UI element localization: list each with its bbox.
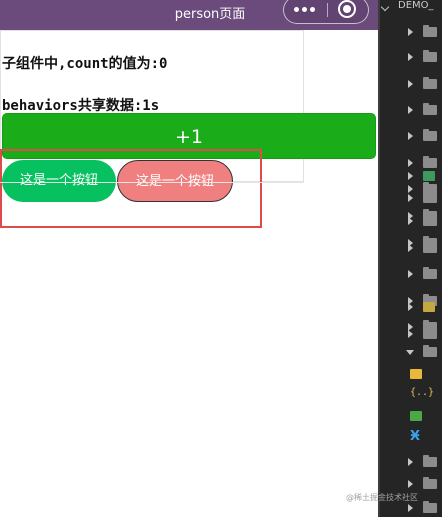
caret-right-icon[interactable] [408,80,413,88]
file-icon [423,302,435,312]
green-button[interactable]: 这是一个按钮 [2,160,116,202]
folder-icon [423,455,437,467]
caret-right-icon[interactable] [408,28,413,36]
explorer-row[interactable] [380,326,442,342]
caret-right-icon[interactable] [408,480,413,488]
chevron-down-icon [380,2,390,12]
explorer-row[interactable]: Ӿ [380,429,442,446]
caret-right-icon[interactable] [408,132,413,140]
caret-right-icon[interactable] [408,106,413,114]
folder-icon [423,156,437,168]
explorer-row[interactable]: {..} [380,386,442,402]
caret-right-icon[interactable] [408,504,413,512]
caret-right-icon[interactable] [408,303,413,311]
json-file-icon: {..} [410,387,435,398]
folder-icon [423,25,437,37]
explorer-header[interactable]: DEMO_ [380,0,442,18]
folder-icon [423,129,437,141]
caret-right-icon[interactable] [408,53,413,61]
explorer-row[interactable] [380,366,442,382]
divider-line [0,182,304,183]
watermark: @稀土掘金技术社区 [346,493,418,502]
folder-icon [423,241,437,253]
caret-right-icon[interactable] [408,172,413,180]
caret-right-icon[interactable] [408,159,413,167]
count-text: 子组件中,count的值为:0 [2,56,168,72]
capsule-divider [327,3,328,17]
folder-icon [423,214,437,226]
caret-right-icon[interactable] [408,330,413,338]
folder-icon [423,327,437,339]
explorer-row[interactable] [380,476,442,492]
caret-right-icon[interactable] [408,194,413,202]
wxml-file-icon [410,411,422,421]
caret-right-icon[interactable] [408,217,413,225]
caret-down-icon[interactable] [406,350,414,355]
behaviors-text: behaviors共享数据:1s [2,98,160,114]
folder-icon [423,501,437,513]
caret-right-icon[interactable] [408,270,413,278]
explorer-row[interactable] [380,299,442,315]
project-title: DEMO_ [398,0,434,11]
folder-icon [423,103,437,115]
explorer-row[interactable] [380,76,442,92]
caret-right-icon[interactable] [408,458,413,466]
red-button[interactable]: 这是一个按钮 [117,160,233,202]
folder-icon [423,77,437,89]
explorer-row[interactable] [380,266,442,282]
explorer-row[interactable] [380,454,442,470]
explorer-row[interactable] [380,408,442,424]
explorer-row[interactable] [380,128,442,144]
explorer-row[interactable] [380,190,442,206]
simulator-screen: person页面 子组件中,count的值为:0 behaviors共享数据:1… [0,0,378,517]
folder-icon [423,267,437,279]
more-icon[interactable] [294,3,320,17]
explorer-row[interactable] [380,24,442,40]
explorer-row[interactable] [380,102,442,118]
capsule-menu[interactable] [283,0,369,24]
navigation-bar: person页面 [0,0,378,30]
explorer-row[interactable] [380,49,442,65]
folder-icon [423,477,437,489]
explorer-row[interactable] [380,168,442,184]
file-explorer: DEMO_ {..} Ӿ [380,0,442,517]
folder-icon [423,191,437,203]
file-icon [423,171,435,181]
folder-icon [423,345,437,357]
close-mini-program-icon[interactable] [338,0,356,18]
explorer-row[interactable] [380,344,442,360]
caret-right-icon[interactable] [408,244,413,252]
folder-icon [423,50,437,62]
explorer-row[interactable] [380,213,442,229]
js-file-icon [410,369,422,379]
wxss-file-icon: Ӿ [410,429,421,444]
explorer-row[interactable] [380,240,442,256]
